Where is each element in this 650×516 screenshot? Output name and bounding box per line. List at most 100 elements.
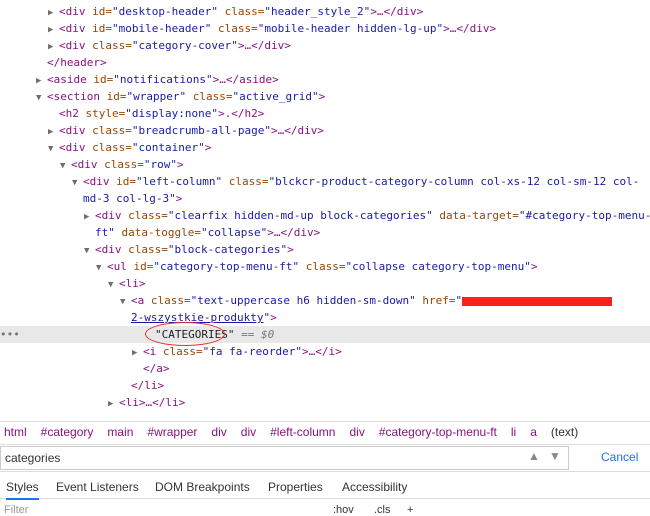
breadcrumb-item[interactable]: a [530,425,537,439]
dom-node[interactable]: ▶ <div id="mobile-header" class="mobile-h… [0,20,650,37]
dom-node[interactable]: ▼ <a class="text-uppercase h6 hidden-sm-d… [0,292,650,309]
attr-name: class= [192,90,233,103]
dom-node[interactable]: ▶ <div class="category-cover">…</div> [0,37,650,54]
dom-node[interactable]: ▼ <li> [0,275,650,292]
dom-node[interactable]: ▶ <li>…</li> [0,394,650,411]
tag-text: >…</div> [443,22,497,35]
tag-text: > [270,311,277,324]
tag-text: <i [143,345,163,358]
dom-node[interactable]: ▶ <i class="fa fa-reorder">…</i> [0,343,650,360]
attr-value: "category-top-menu-ft" [153,260,300,273]
filter-bar: Filter :hov .cls + [0,504,650,516]
tab-styles[interactable]: Styles [6,480,39,500]
tab-properties[interactable]: Properties [268,480,323,494]
breadcrumb-item[interactable]: div [241,425,256,439]
add-rule-button[interactable]: + [407,504,413,516]
breadcrumb-item[interactable]: li [511,425,516,439]
hov-button[interactable]: :hov [333,504,354,516]
breadcrumb-item[interactable]: div [349,425,364,439]
tag-text: </header> [47,56,107,69]
tag-text: > [318,90,326,103]
dom-node[interactable]: </ul> [0,411,650,415]
breadcrumb-item[interactable]: #category-top-menu-ft [379,425,497,439]
dom-node[interactable]: ▼ <div class="block-categories"> [0,241,650,258]
dom-node[interactable]: ••• "CATEGORIES" == $0 [0,322,650,346]
dom-node[interactable]: 2-wszystkie-produkty"> [0,309,650,326]
dom-node[interactable]: md-3 col-lg-3"> [0,190,650,207]
dom-node[interactable]: ▼ <div class="container"> [0,139,650,156]
breadcrumb-item[interactable]: main [107,425,133,439]
tag-text: <aside [47,73,94,86]
tag-text: <div [59,39,93,52]
dom-node[interactable]: ▶ <div class="clearfix hidden-md-up block… [0,207,650,224]
tag-text: <div [59,141,93,154]
dom-node[interactable]: </header> [0,54,650,71]
chevron-down-icon[interactable]: ▼ [549,449,561,463]
tag-text: > [204,141,212,154]
attr-name: data-target= [439,209,519,222]
tag-text: >…</aside> [212,73,279,86]
attr-name: id= [92,5,112,18]
dom-node[interactable]: ▼ <section id="wrapper" class="active_gri… [0,88,650,105]
tag-text: <div [95,209,129,222]
attr-value: "block-categories" [167,243,288,256]
dom-node[interactable]: ▶ <div class="breadcrumb-all-page">…</div… [0,122,650,139]
breadcrumb-item[interactable]: html [4,425,27,439]
attr-name: id= [133,260,154,273]
tag-text: <div [59,22,93,35]
tag-text [186,90,193,103]
tag-text [299,260,306,273]
attr-value: md-3 col-lg-3" [83,192,176,205]
breadcrumb-item[interactable]: (text) [551,425,578,439]
breadcrumb-item[interactable]: #category [41,425,94,439]
tag-text: <li>…</li> [119,396,186,409]
attr-value: "left-column" [136,175,223,188]
dom-node[interactable]: </a> [0,360,650,377]
tag-text: <div [95,243,129,256]
tag-text [222,175,229,188]
tab-event-listeners[interactable]: Event Listeners [56,480,139,494]
attr-value: "header_style_2" [264,5,371,18]
cancel-button[interactable]: Cancel [601,450,638,464]
dom-node[interactable]: ft" data-toggle="collapse">…</div> [0,224,650,241]
attr-value: "container" [131,141,205,154]
tag-text: </li> [131,379,165,392]
attr-name: id= [92,22,112,35]
attr-value: "clearfix hidden-md-up block-categories" [167,209,433,222]
dom-node[interactable]: </li> [0,377,650,394]
dom-node[interactable]: ▼ <div class="row"> [0,156,650,173]
cls-button[interactable]: .cls [374,504,391,516]
breadcrumb-item[interactable]: #wrapper [147,425,197,439]
search-input[interactable]: categories ▲ ▼ [0,446,569,470]
attr-name: id= [106,90,127,103]
tag-text: > [177,158,184,171]
filter-input[interactable]: Filter [4,504,28,516]
console-ref: == $0 [234,328,275,341]
tag-text: <ul [107,260,134,273]
attr-value: "wrapper" [126,90,187,103]
tag-text: > [175,192,183,205]
tag-text: <div [83,175,117,188]
attr-name: class= [104,158,144,171]
tab-accessibility[interactable]: Accessibility [342,480,407,494]
attr-value: "row" [143,158,177,171]
chevron-up-icon[interactable]: ▲ [528,449,540,463]
tag-text [211,22,218,35]
dom-node[interactable]: ▶ <aside id="notifications">…</aside> [0,71,650,88]
dom-node[interactable]: <h2 style="display:none">.</h2> [0,105,650,122]
breadcrumb-item[interactable]: #left-column [270,425,335,439]
tag-text: >.</h2> [217,107,265,120]
breadcrumb-item[interactable]: div [211,425,226,439]
dom-node[interactable]: ▼ <ul id="category-top-menu-ft" class="co… [0,258,650,275]
tab-dom-breakpoints[interactable]: DOM Breakpoints [155,480,250,494]
more-icon: ••• [0,328,20,341]
dom-node[interactable]: ▶ <div id="desktop-header" class="header_… [0,3,650,20]
attr-name: href= [422,294,456,307]
attr-value: "text-uppercase h6 hidden-sm-down" [190,294,416,307]
dom-tree[interactable]: ▶ <div id="desktop-header" class="header_… [0,3,650,415]
attr-value: "desktop-header" [112,5,218,18]
dom-node[interactable]: ▼ <div id="left-column" class="blckcr-pro… [0,173,650,190]
attr-name: class= [128,209,168,222]
attr-name: id= [93,73,114,86]
attr-value: "blckcr-product-category-column col-xs-1… [268,175,640,188]
